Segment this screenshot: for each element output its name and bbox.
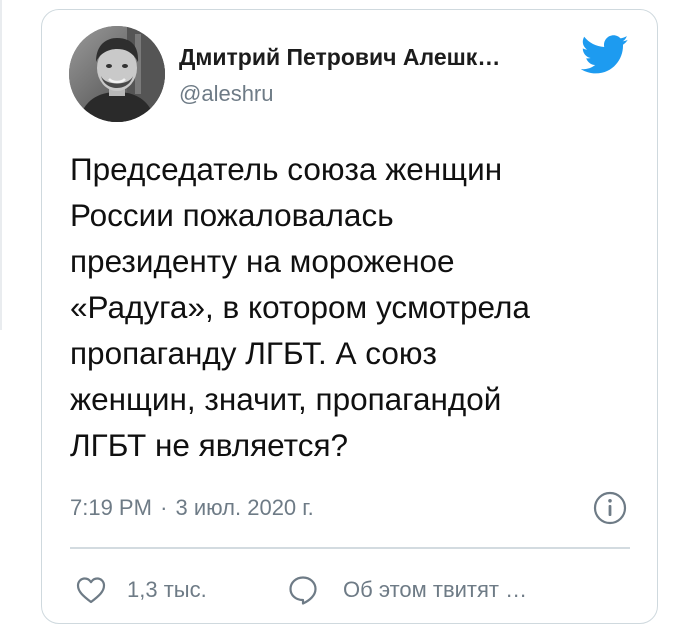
tweet-screenshot: Дмитрий Петрович Алешк… @aleshru Председ… bbox=[0, 0, 700, 632]
tweet-timestamp[interactable]: 7:19 PM · 3 июл. 2020 г. bbox=[70, 495, 314, 521]
actions-divider bbox=[70, 547, 630, 549]
speech-bubble-icon bbox=[289, 576, 317, 605]
quote-tweets-link[interactable]: Об этом твитят … bbox=[287, 573, 527, 607]
heart-icon bbox=[76, 577, 106, 604]
left-edge-divider bbox=[0, 0, 2, 330]
avatar[interactable] bbox=[69, 26, 165, 122]
likes-count: 1,3 тыс. bbox=[127, 577, 207, 602]
like-button[interactable]: 1,3 тыс. bbox=[75, 573, 207, 607]
info-icon[interactable] bbox=[593, 491, 627, 525]
meta-separator: · bbox=[160, 495, 168, 520]
tweet-text: Председатель союза женщин России пожалов… bbox=[70, 151, 530, 463]
tweet-date: 3 июл. 2020 г. bbox=[175, 495, 314, 520]
twitter-bird-icon[interactable] bbox=[581, 35, 629, 75]
avatar-photo bbox=[69, 26, 165, 122]
author-name[interactable]: Дмитрий Петрович Алешк… bbox=[179, 44, 500, 71]
quote-tweets-label: Об этом твитят … bbox=[343, 577, 528, 602]
author-handle[interactable]: @aleshru bbox=[179, 81, 274, 107]
tweet-time: 7:19 PM bbox=[70, 495, 152, 520]
